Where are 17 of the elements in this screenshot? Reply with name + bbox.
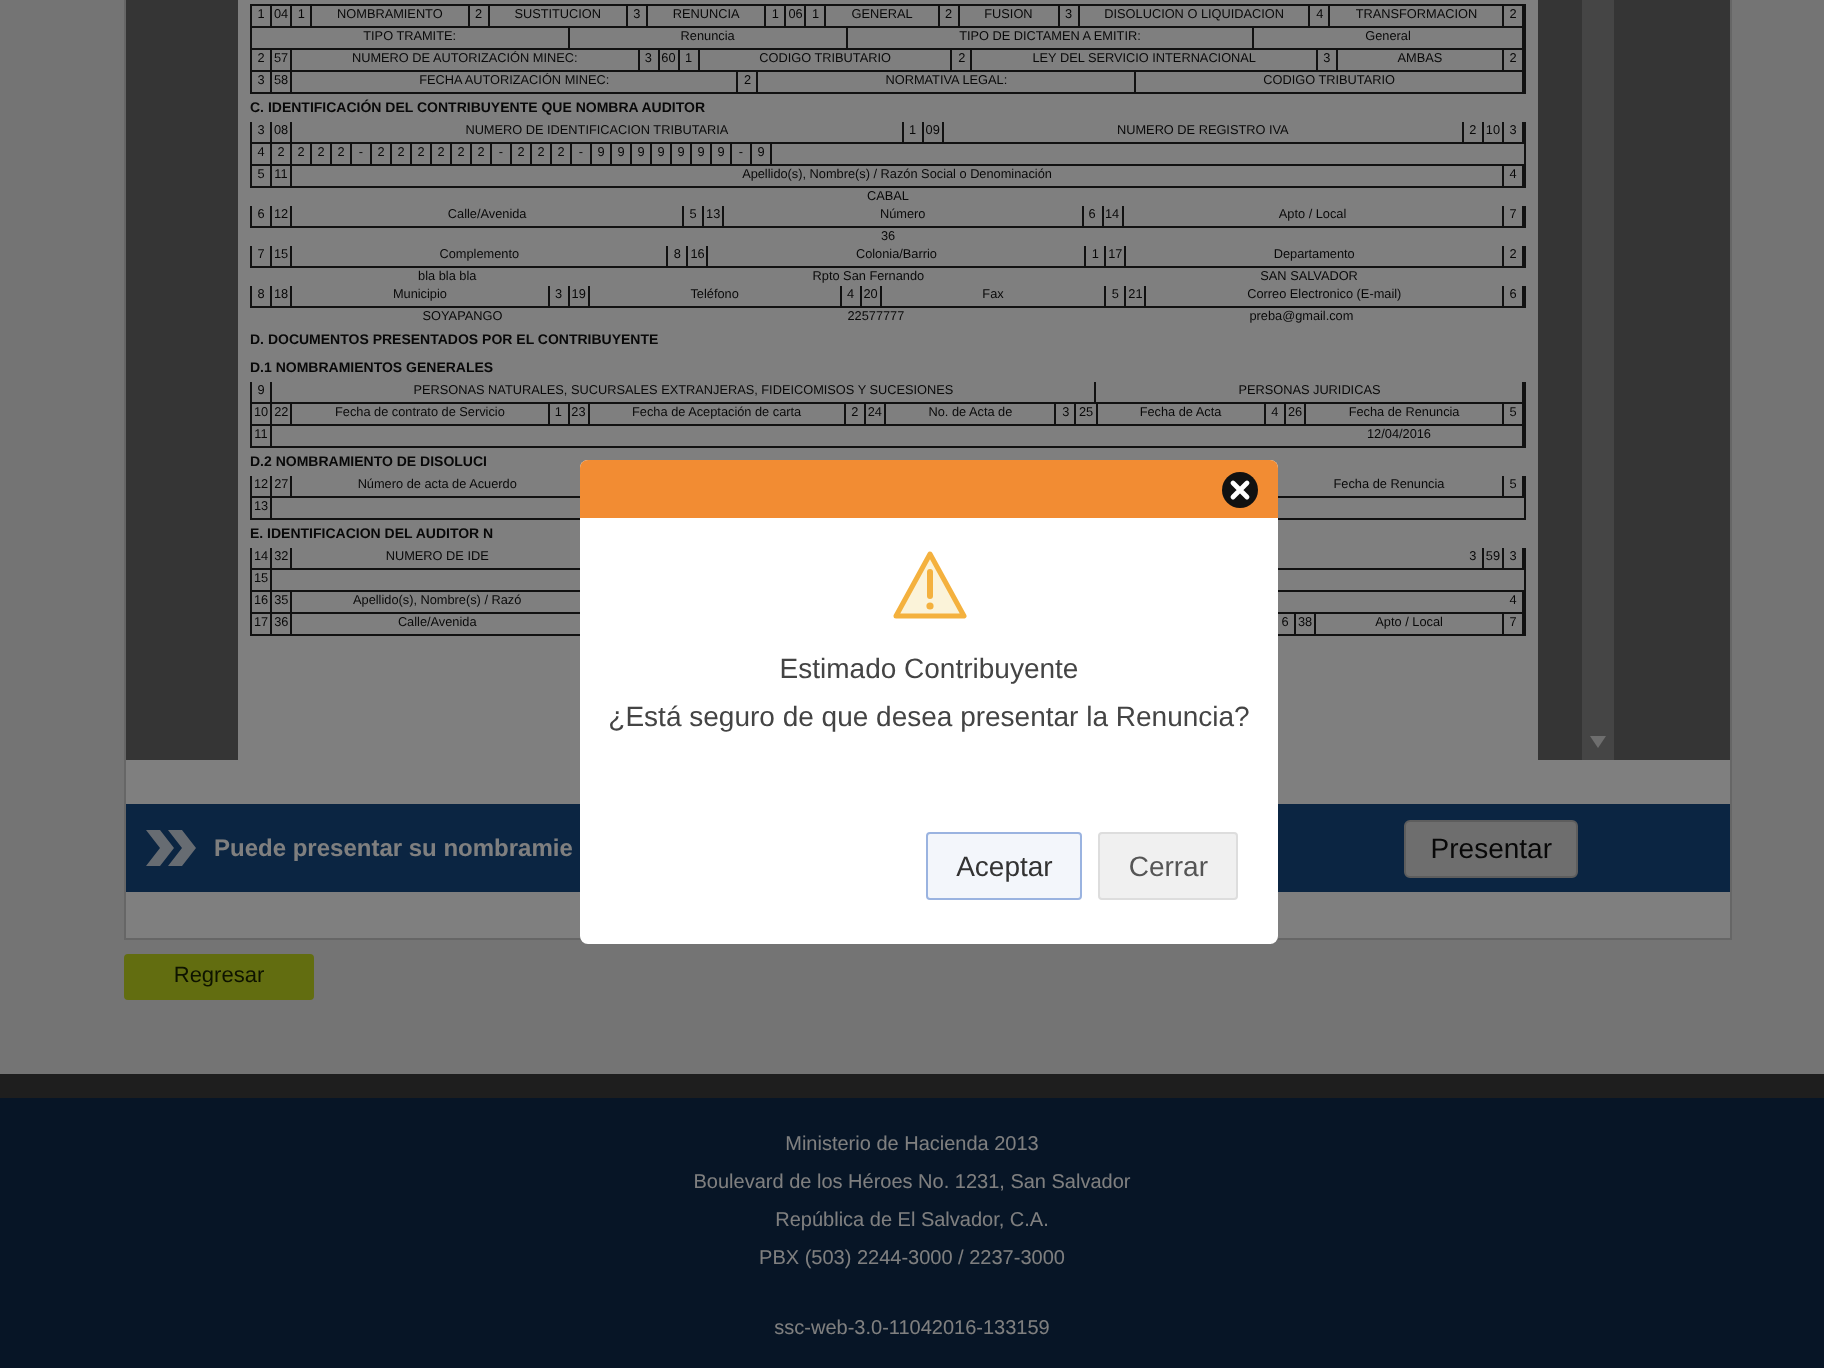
dialog-message: Estimado Contribuyente — [777, 650, 1081, 688]
footer-text: Ministerio de Hacienda 2013 — [783, 1132, 1041, 1160]
warning-icon — [891, 550, 967, 620]
footer-text: República de El Salvador, C.A. — [773, 1208, 1051, 1236]
dialog-button[interactable]: Cerrar — [1098, 832, 1238, 900]
footer-text: Boulevard de los Héroes No. 1231, San Salvador — [691, 1170, 1133, 1198]
back-button[interactable]: Regresar — [124, 954, 314, 1000]
version-text: ssc-web-3.0-11042016-133159 — [772, 1316, 1052, 1344]
scrollbar[interactable] — [1582, 0, 1614, 760]
footer-text: PBX (503) 2244-3000 / 2237-3000 — [757, 1246, 1067, 1274]
scroll-down-icon[interactable] — [1590, 736, 1606, 748]
dialog-button[interactable]: Aceptar — [926, 832, 1083, 900]
present-button[interactable]: Presentar — [1404, 819, 1578, 877]
close-icon[interactable] — [1222, 471, 1258, 507]
notice-text: Puede presentar su nombramie — [214, 832, 573, 866]
dialog-message: ¿Está seguro de que desea presentar la Renuncia? — [606, 698, 1252, 736]
chevrons-icon — [146, 830, 198, 866]
